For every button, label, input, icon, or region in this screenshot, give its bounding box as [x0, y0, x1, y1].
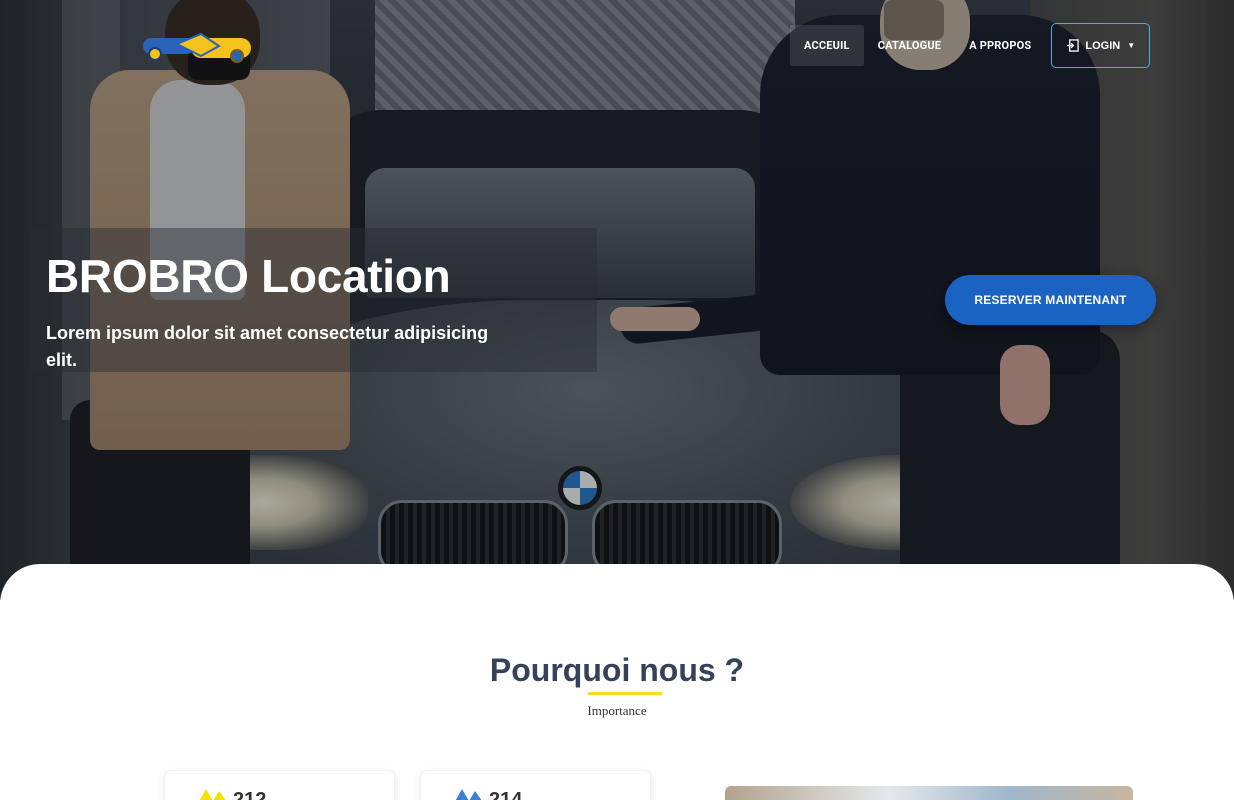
- brand-logo-icon[interactable]: [141, 28, 253, 68]
- hero-subtitle: Lorem ipsum dolor sit amet consectetur a…: [46, 323, 489, 370]
- nav-link-catalogue[interactable]: CATALOGUE: [864, 25, 956, 66]
- promo-image: [725, 786, 1133, 800]
- section-title: Pourquoi nous ?: [489, 652, 745, 688]
- login-label: LOGIN: [1085, 39, 1121, 52]
- stat-card: 212: [164, 770, 395, 800]
- section-title-underline: [588, 692, 662, 695]
- blue-peaks-icon: [455, 789, 482, 800]
- stat-card: 214: [420, 770, 651, 800]
- main-navigation: ACCEUIL CATALOGUE A PPROPOS LOGIN ▼: [790, 23, 1151, 68]
- reserve-now-button[interactable]: RESERVER MAINTENANT: [945, 275, 1156, 325]
- chevron-down-icon: ▼: [1127, 41, 1136, 50]
- nav-link-apropos[interactable]: A PPROPOS: [955, 25, 1045, 66]
- hero-title: BROBRO Location: [46, 250, 451, 302]
- stat-value: 214: [489, 789, 523, 800]
- yellow-peaks-icon: [199, 789, 226, 800]
- nav-link-accueil[interactable]: ACCEUIL: [790, 25, 864, 66]
- section-subtitle: Importance: [587, 703, 647, 718]
- login-icon: [1067, 39, 1080, 52]
- stat-value: 212: [233, 789, 267, 800]
- login-button[interactable]: LOGIN ▼: [1051, 23, 1151, 68]
